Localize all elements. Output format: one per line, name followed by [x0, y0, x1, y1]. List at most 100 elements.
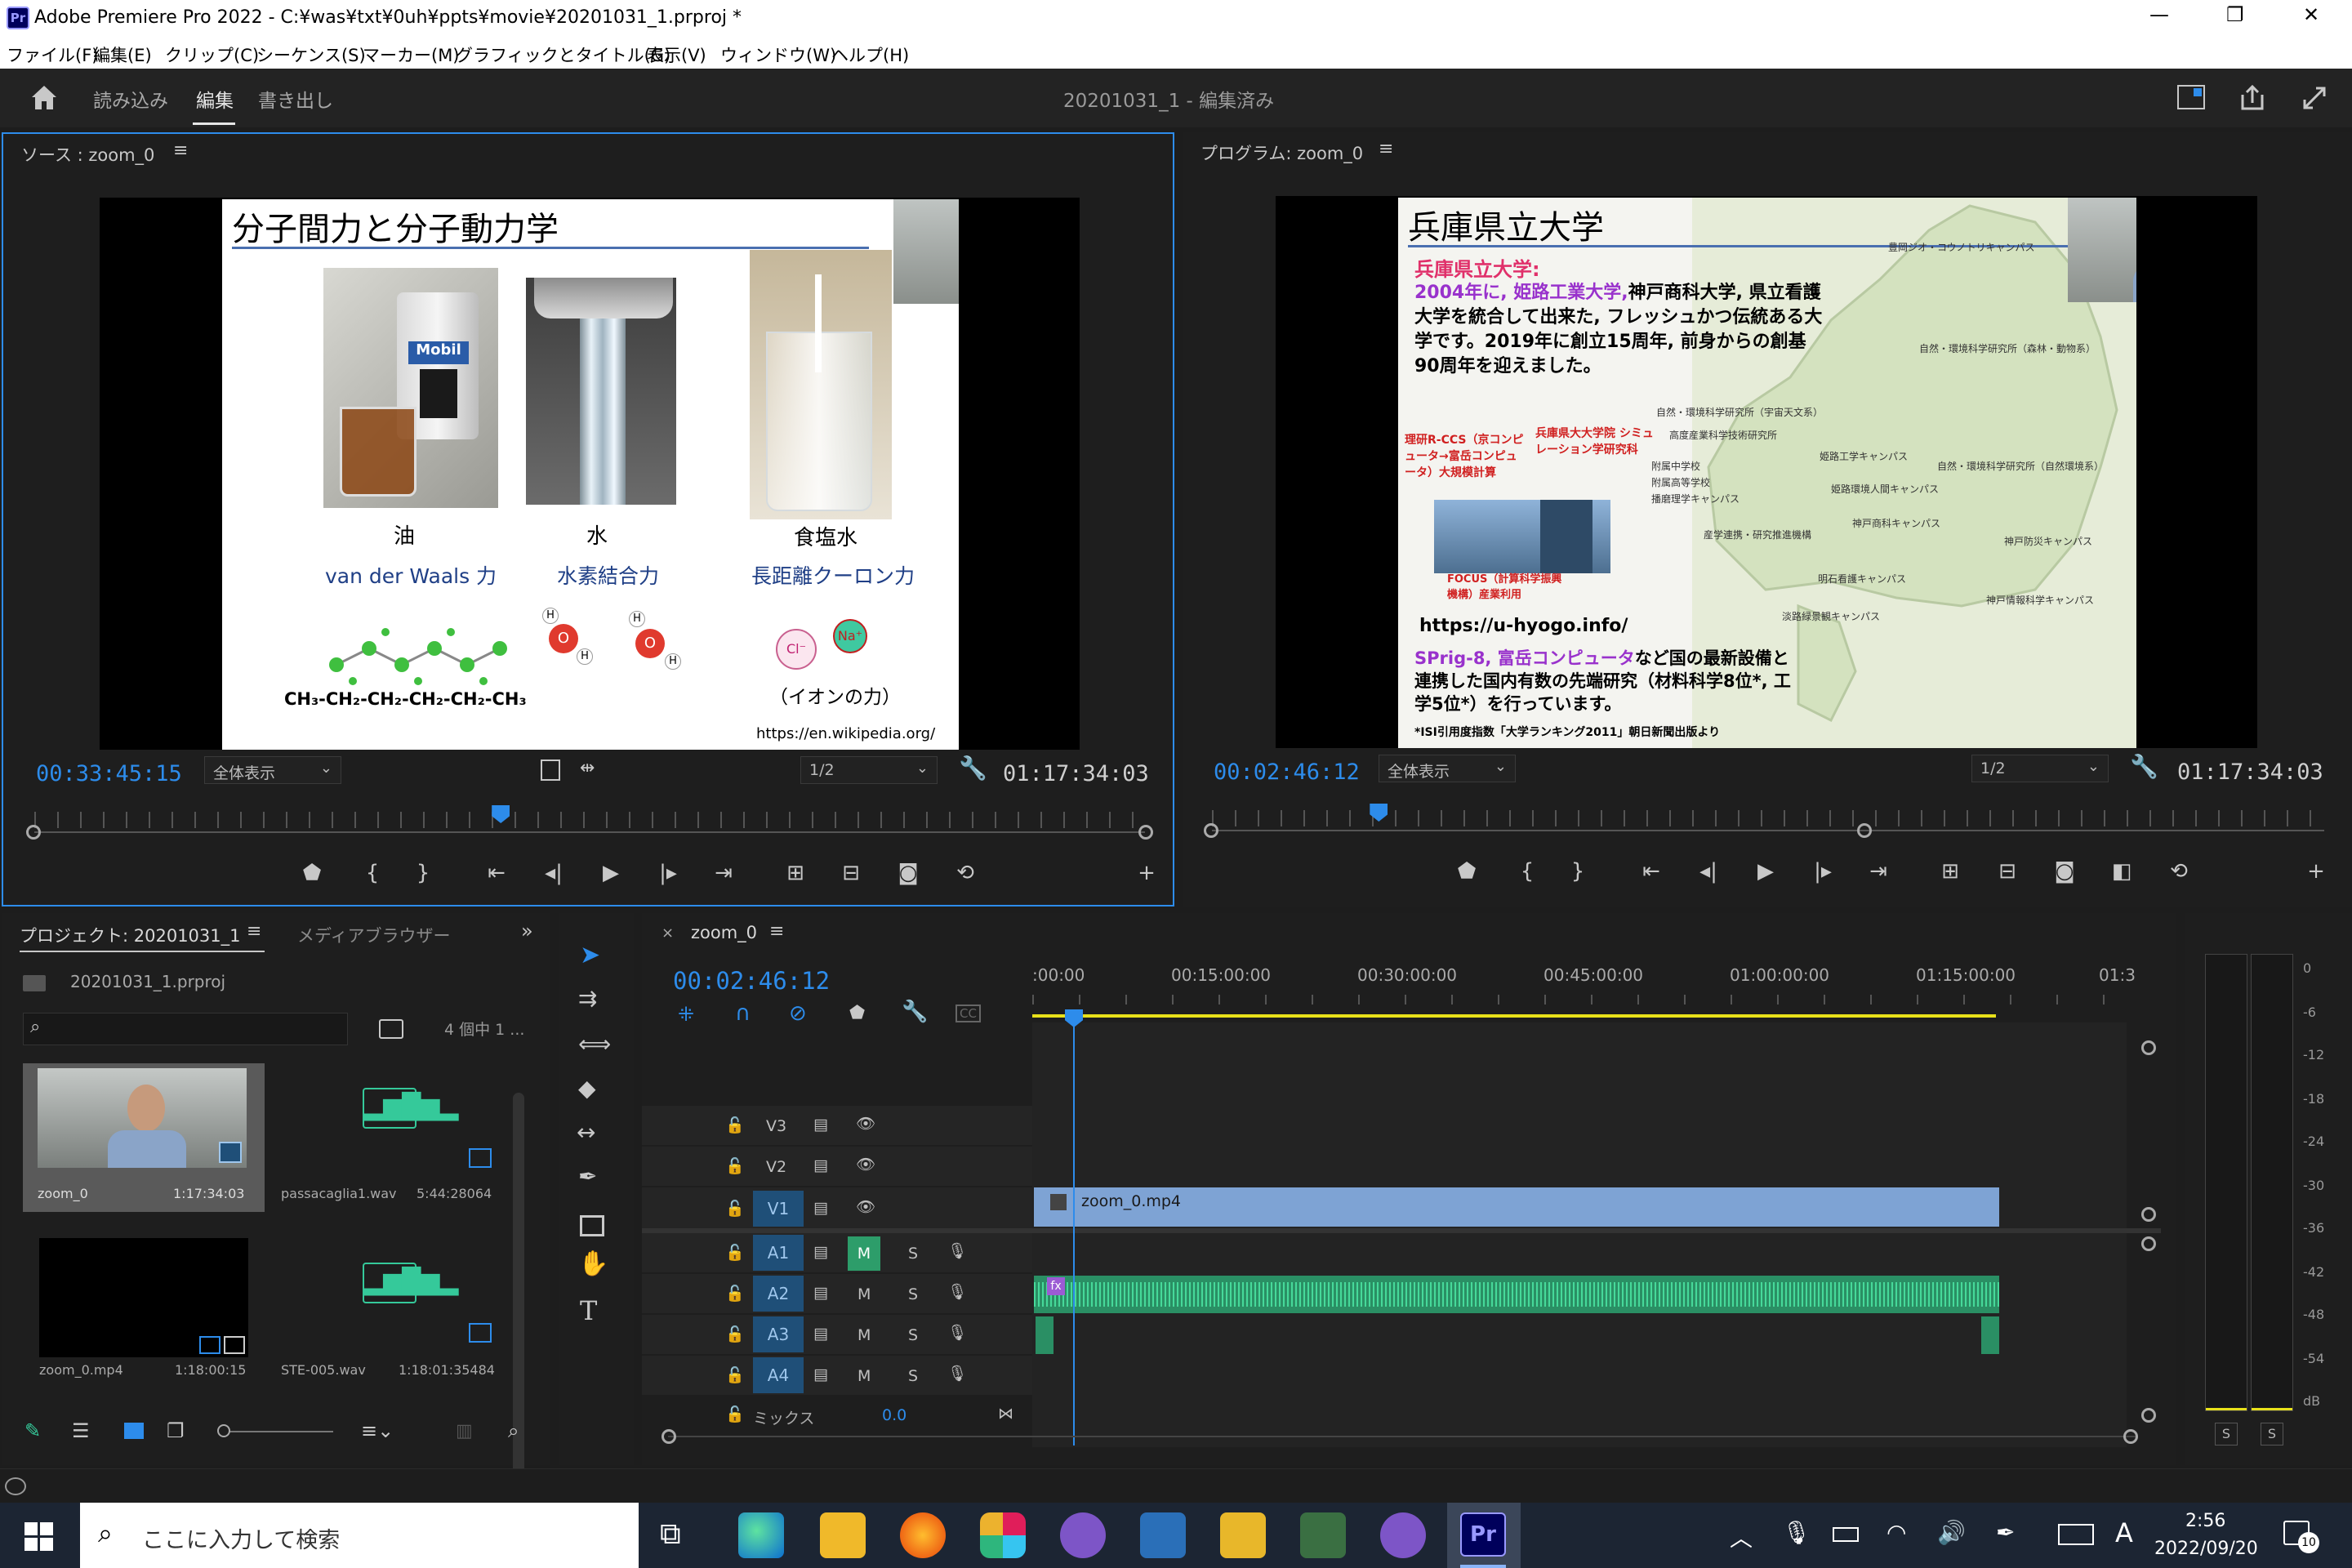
ime-indicator[interactable]: A	[2115, 1517, 2133, 1548]
vertical-zoom-handle[interactable]	[2141, 1236, 2156, 1251]
program-go-to-out-icon[interactable]: ⇥	[1862, 859, 1895, 884]
keyboard-icon[interactable]	[2058, 1524, 2094, 1545]
razor-tool-icon[interactable]: ◆	[578, 1075, 596, 1102]
track-target-a2[interactable]: A2	[753, 1276, 804, 1312]
horizontal-zoom-handle-left[interactable]	[662, 1429, 676, 1444]
pen-tool-icon[interactable]: ✒	[578, 1163, 597, 1190]
voiceover-mic-icon[interactable]: 🎙	[947, 1241, 967, 1260]
sync-lock-icon[interactable]: ▤	[813, 1365, 828, 1383]
track-target-a3[interactable]: A3	[753, 1316, 804, 1352]
mute-button-a3[interactable]: M	[858, 1326, 871, 1344]
audio-clip-a3-end[interactable]	[1981, 1316, 1999, 1354]
restore-button[interactable]: ❐	[2226, 3, 2244, 26]
comparison-view-icon[interactable]: ◧	[2105, 859, 2138, 884]
audio-clip-a3-start[interactable]	[1036, 1316, 1054, 1354]
panel-overflow-icon[interactable]: »	[521, 920, 533, 942]
menu-marker[interactable]: マーカー(M)	[363, 42, 460, 67]
battery-icon[interactable]	[1833, 1527, 1859, 1542]
task-view-icon[interactable]: ⧉	[660, 1517, 681, 1552]
mute-button-a4[interactable]: M	[858, 1367, 871, 1385]
automate-icon[interactable]: ▥	[456, 1421, 473, 1441]
source-zoom-handle-right[interactable]	[1138, 825, 1153, 840]
project-search-input[interactable]: ⌕	[23, 1013, 348, 1045]
insert-icon[interactable]: ⊞	[779, 861, 812, 885]
lock-icon[interactable]: 🔓	[725, 1199, 745, 1218]
bin-item[interactable]: zoom_0.mp4 1:18:00:15	[23, 1232, 265, 1380]
step-back-icon[interactable]: ◂|	[537, 861, 570, 885]
virtualbox-icon[interactable]	[1140, 1512, 1186, 1558]
track-target-a1[interactable]: A1	[753, 1235, 804, 1271]
eye-icon[interactable]: 👁	[856, 1114, 875, 1133]
bin-item[interactable]: ▂▆█▆▂ passacaglia1.wav 5:44:28064	[268, 1063, 510, 1212]
tab-edit[interactable]: 編集	[196, 85, 234, 113]
zoom-slider[interactable]	[217, 1424, 333, 1437]
solo-right-button[interactable]: S	[2261, 1423, 2283, 1446]
nest-toggle-icon[interactable]: ⁜	[678, 1003, 694, 1026]
timeline-ruler[interactable]: :00:00 00:15:00:00 00:30:00:00 00:45:00:…	[1032, 962, 2136, 1019]
sync-lock-icon[interactable]: ▤	[813, 1325, 828, 1343]
bin-item[interactable]: zoom_0 1:17:34:03	[23, 1063, 265, 1212]
vertical-zoom-handle[interactable]	[2141, 1207, 2156, 1222]
project-tab[interactable]: プロジェクト: 20201031_1	[20, 923, 241, 947]
lift-icon[interactable]: ⊞	[1934, 859, 1967, 884]
solo-button-a4[interactable]: S	[908, 1367, 918, 1385]
volume-icon[interactable]: 🔊	[1937, 1519, 1966, 1546]
play-icon[interactable]: ▶	[595, 861, 627, 885]
ripple-edit-tool-icon[interactable]: ⟺	[578, 1031, 611, 1058]
source-monitor-title[interactable]: ソース : zoom_0	[21, 142, 154, 167]
freeform-view-icon[interactable]: ❐	[167, 1419, 185, 1442]
tab-import[interactable]: 読み込み	[93, 85, 168, 113]
video-clip[interactable]: zoom_0.mp4	[1034, 1187, 1999, 1227]
program-go-to-in-icon[interactable]: ⇤	[1635, 859, 1668, 884]
file-explorer-icon[interactable]	[820, 1512, 866, 1558]
sync-lock-icon[interactable]: ▤	[813, 1243, 828, 1261]
sort-icon[interactable]: ≡⌄	[361, 1419, 394, 1442]
fullscreen-icon[interactable]	[2301, 85, 2328, 111]
overwrite-icon[interactable]: ⊟	[835, 861, 867, 885]
track-target-v1[interactable]: V1	[753, 1191, 804, 1227]
timeline-settings-icon[interactable]: 🔧	[902, 1000, 928, 1024]
source-quality-dropdown[interactable]: 1/2 ⌄	[800, 756, 938, 784]
mark-out-icon[interactable]: }	[407, 861, 439, 885]
edge-icon[interactable]	[738, 1512, 784, 1558]
timeline-tab[interactable]: zoom_0	[691, 923, 757, 942]
program-button-editor-icon[interactable]: +	[2300, 859, 2332, 884]
timeline-timecode[interactable]: 00:02:46:12	[673, 967, 830, 995]
timeline-panel-menu-icon[interactable]: ≡	[769, 921, 784, 942]
vertical-zoom-handle[interactable]	[2141, 1408, 2156, 1423]
sync-lock-icon[interactable]: ▤	[813, 1156, 828, 1174]
menu-window[interactable]: ウィンドウ(W)	[720, 42, 836, 67]
type-tool-icon[interactable]: T	[580, 1295, 597, 1326]
menu-sequence[interactable]: シーケンス(S)	[256, 42, 366, 67]
program-zoom-handle-mid[interactable]	[1857, 823, 1872, 838]
solo-button-a1[interactable]: S	[908, 1245, 918, 1263]
program-loop-icon[interactable]: ⟲	[2163, 859, 2195, 884]
program-export-frame-icon[interactable]: ◙	[2048, 859, 2081, 884]
sync-lock-icon[interactable]: ▤	[813, 1199, 828, 1217]
show-hidden-icons[interactable]: ︿	[1730, 1521, 1753, 1553]
track-select-tool-icon[interactable]: ⇉	[578, 985, 597, 1012]
emacs-icon[interactable]	[1060, 1512, 1106, 1558]
vertical-zoom-handle[interactable]	[2141, 1040, 2156, 1055]
gadget-app-icon[interactable]	[1220, 1512, 1266, 1558]
program-zoom-handle-left[interactable]	[1204, 823, 1218, 838]
menu-view[interactable]: 表示(V)	[647, 42, 706, 67]
new-bin-search-icon[interactable]	[379, 1019, 403, 1039]
notification-icon[interactable]: 10	[2283, 1521, 2319, 1553]
media-browser-tab[interactable]: メディアブラウザー	[297, 923, 451, 947]
linked-selection-icon[interactable]: ⊘	[789, 1001, 807, 1026]
taskbar-premiere-active[interactable]: Pr	[1447, 1503, 1521, 1568]
microphone-icon[interactable]: 🎙	[1782, 1519, 1811, 1546]
icon-view-icon[interactable]	[124, 1423, 144, 1439]
track-target-a4[interactable]: A4	[753, 1357, 804, 1393]
program-monitor-title[interactable]: プログラム: zoom_0	[1200, 140, 1363, 165]
voiceover-mic-icon[interactable]: 🎙	[947, 1323, 967, 1342]
lock-icon[interactable]: 🔓	[725, 1156, 745, 1175]
mute-button-a1[interactable]: M	[848, 1236, 880, 1271]
mix-value[interactable]: 0.0	[882, 1406, 906, 1424]
slack-icon[interactable]	[980, 1512, 1026, 1558]
snap-icon[interactable]: ∩	[735, 1001, 751, 1026]
program-panel-menu-icon[interactable]: ≡	[1379, 139, 1393, 159]
program-play-icon[interactable]: ▶	[1749, 859, 1782, 884]
sync-lock-icon[interactable]: ▤	[813, 1116, 828, 1134]
